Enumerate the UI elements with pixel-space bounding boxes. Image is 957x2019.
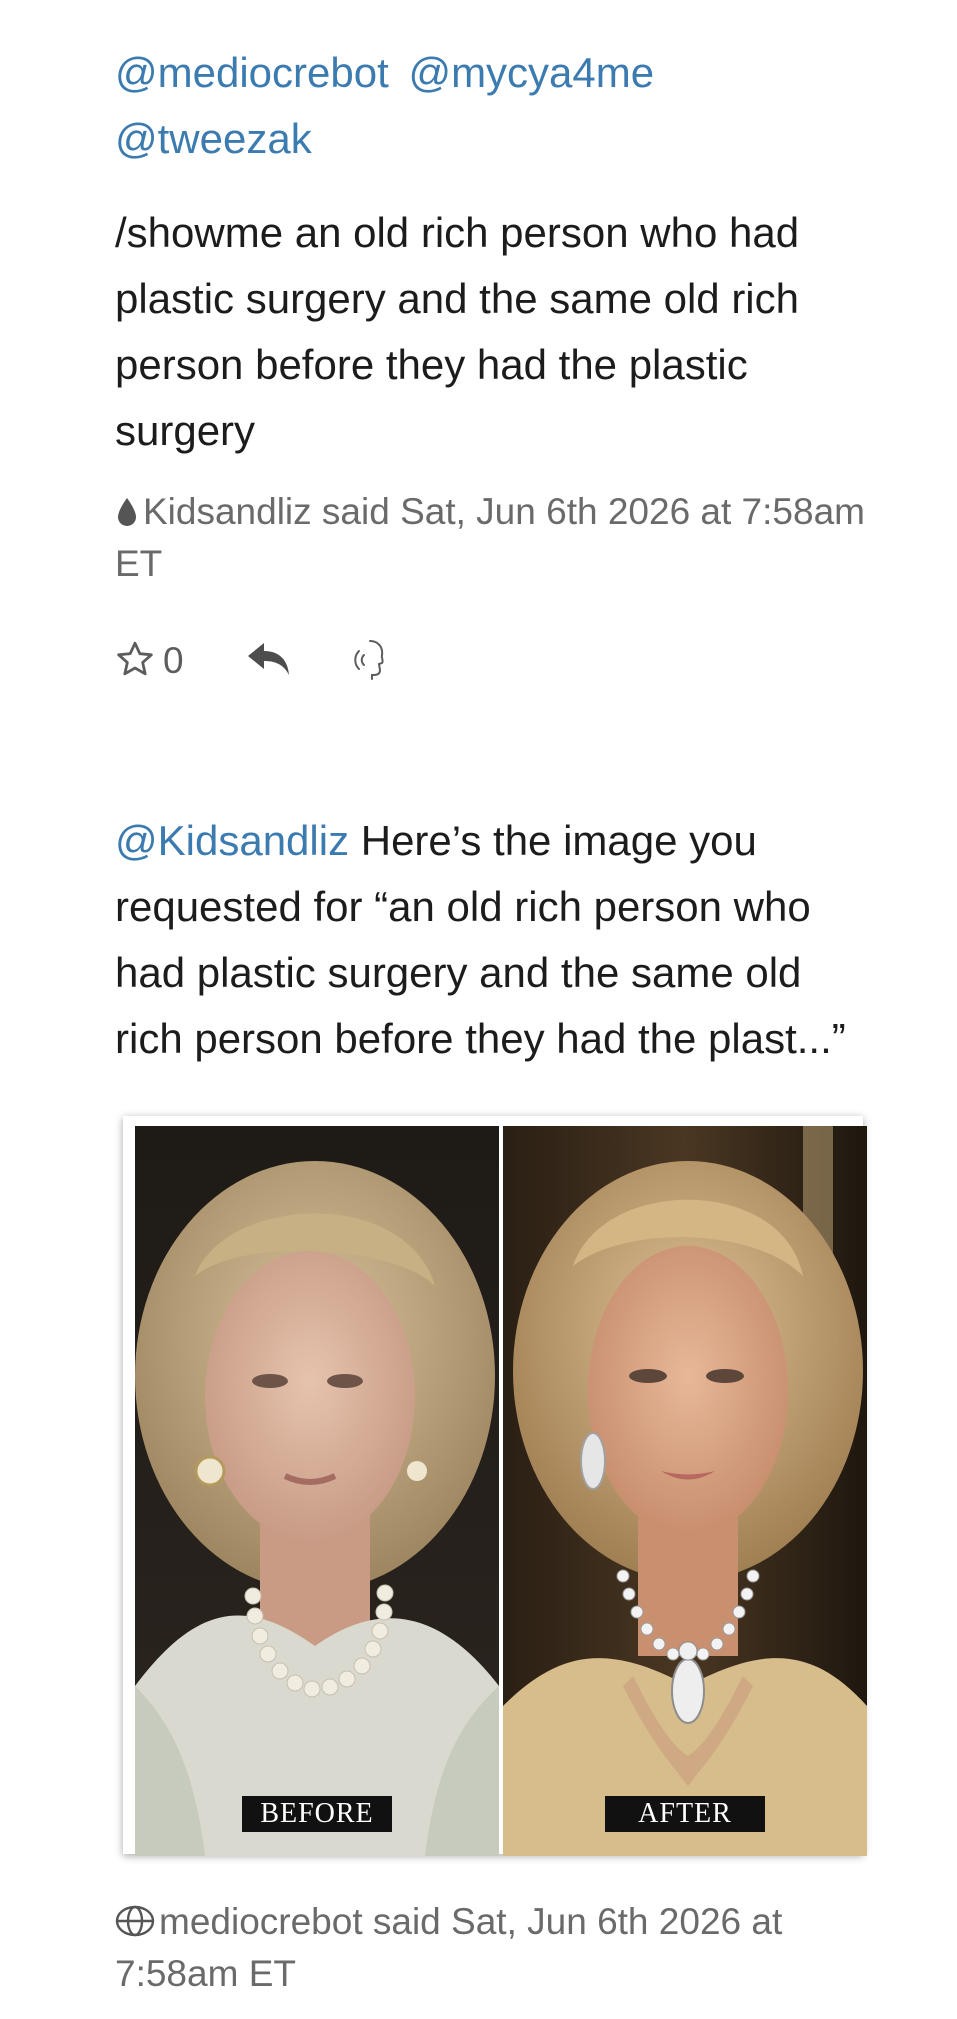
globe-icon (115, 1902, 155, 1950)
after-label: AFTER (605, 1796, 765, 1832)
speak-button[interactable] (352, 637, 388, 686)
mention-link[interactable]: @tweezak (115, 115, 312, 162)
star-count: 0 (163, 640, 184, 681)
after-photo: AFTER (503, 1126, 867, 1856)
before-photo: BEFORE (135, 1126, 499, 1856)
before-after-photo: BEFORE AFTER (135, 1126, 867, 1856)
reply-icon (246, 639, 292, 684)
star-icon (115, 639, 155, 684)
meta-text: mediocrebot said Sat, Jun 6th 2026 at 7:… (115, 1901, 783, 1994)
mention-link[interactable]: @mediocrebot (115, 49, 389, 96)
before-label: BEFORE (242, 1796, 392, 1832)
post-body: @Kidsandliz Here’s the image you request… (115, 808, 875, 1072)
reply-button[interactable] (246, 639, 292, 684)
mentions-line: @mediocrebot @mycya4me @tweezak (115, 40, 875, 172)
mention-link[interactable]: @mycya4me (408, 49, 654, 96)
mention-link[interactable]: @Kidsandliz (115, 817, 349, 864)
star-button[interactable]: 0 (115, 639, 184, 684)
post-meta: Kidsandliz said Sat, Jun 6th 2026 at 7:5… (115, 488, 875, 588)
post-body: /showme an old rich person who had plast… (115, 209, 800, 454)
meta-text: Kidsandliz said Sat, Jun 6th 2026 at 7:5… (115, 491, 865, 584)
post-actions: 0 (115, 636, 875, 686)
post-request: @mediocrebot @mycya4me @tweezak /showme … (115, 40, 875, 686)
speak-icon (352, 637, 388, 686)
drop-icon (115, 492, 139, 540)
post-reply: @Kidsandliz Here’s the image you request… (115, 808, 875, 1998)
generated-image[interactable]: BEFORE AFTER (123, 1116, 867, 1856)
post-meta: mediocrebot said Sat, Jun 6th 2026 at 7:… (115, 1898, 875, 1998)
